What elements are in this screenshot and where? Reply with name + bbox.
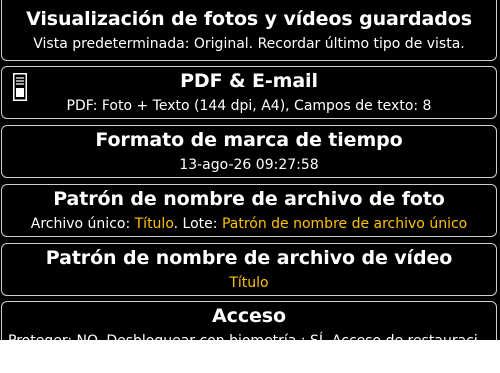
setting-title: Formato de marca de tiempo (95, 129, 403, 151)
batch-value: Patrón de nombre de archivo único (221, 216, 468, 232)
setting-title: PDF & E-mail (180, 70, 318, 92)
bottom-blank-area (0, 340, 500, 373)
timestamp-format-setting[interactable]: Formato de marca de tiempo 13-ago-26 09:… (1, 125, 497, 178)
pdf-email-setting[interactable]: PDF & E-mail PDF: Foto + Texto (144 dpi,… (1, 66, 497, 119)
setting-subtitle: Vista predeterminada: Original. Recordar… (33, 36, 465, 52)
setting-subtitle: Archivo único: Título. Lote: Patrón de n… (2, 215, 496, 233)
setting-subtitle: PDF: Foto + Texto (144 dpi, A4), Campos … (66, 98, 432, 114)
setting-subtitle: 13-ago-26 09:27:58 (179, 157, 319, 173)
setting-title: Patrón de nombre de archivo de vídeo (45, 247, 453, 269)
setting-title: Acceso (212, 305, 286, 327)
batch-label: . Lote: (173, 216, 222, 232)
setting-subtitle: Proteger: NO. Desbloquear con biometría … (2, 332, 496, 340)
document-icon (13, 73, 27, 101)
single-file-label: Archivo único: (30, 216, 135, 232)
single-file-value: Título (134, 216, 174, 232)
access-setting[interactable]: Acceso Proteger: NO. Desbloquear con bio… (1, 301, 497, 340)
setting-subtitle: Título (229, 275, 269, 291)
photo-filename-pattern-setting[interactable]: Patrón de nombre de archivo de foto Arch… (1, 184, 497, 237)
settings-list: Visualización de fotos y vídeos guardado… (0, 0, 500, 340)
setting-title: Visualización de fotos y vídeos guardado… (26, 8, 472, 30)
saved-media-view-setting[interactable]: Visualización de fotos y vídeos guardado… (1, 0, 497, 61)
video-filename-pattern-setting[interactable]: Patrón de nombre de archivo de vídeo Tít… (1, 243, 497, 296)
setting-title: Patrón de nombre de archivo de foto (53, 188, 445, 210)
